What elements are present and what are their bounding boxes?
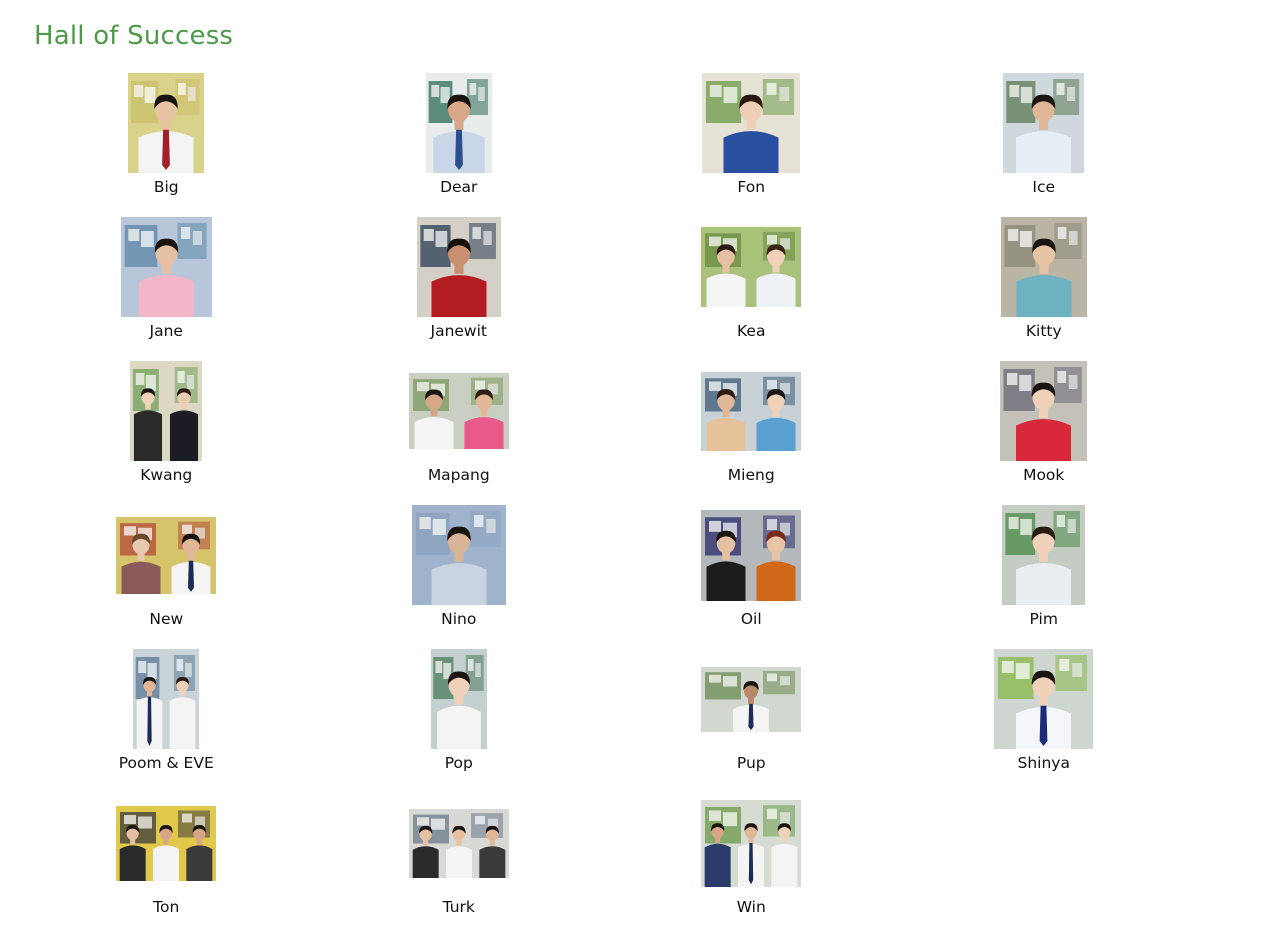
photo-frame bbox=[898, 217, 1191, 317]
student-name: Kitty bbox=[1025, 322, 1062, 340]
student-photo[interactable] bbox=[702, 73, 801, 173]
gallery-item: Nino bbox=[313, 505, 606, 649]
photo-frame bbox=[313, 361, 606, 461]
student-name: Jane bbox=[149, 322, 183, 340]
photo-frame bbox=[898, 73, 1191, 173]
student-photo[interactable] bbox=[411, 505, 506, 605]
gallery-item: Kwang bbox=[20, 361, 313, 505]
student-photo[interactable] bbox=[116, 516, 217, 594]
student-photo[interactable] bbox=[120, 217, 212, 317]
hall-of-success-gallery: Big Dear Fon Ice Jane Janewit Kea Kitty Kwang Map… bbox=[20, 73, 1190, 937]
gallery-item: Janewit bbox=[313, 217, 606, 361]
student-name: Mapang bbox=[427, 466, 490, 484]
photo-frame bbox=[605, 361, 898, 461]
gallery-item: Shinya bbox=[898, 649, 1191, 793]
student-photo[interactable] bbox=[130, 361, 203, 461]
photo-frame bbox=[605, 793, 898, 893]
gallery-item: Mieng bbox=[605, 361, 898, 505]
student-photo[interactable] bbox=[408, 373, 509, 449]
student-name: Oil bbox=[740, 610, 762, 628]
student-photo[interactable] bbox=[701, 799, 802, 887]
photo-frame bbox=[898, 649, 1191, 749]
student-photo[interactable] bbox=[425, 73, 492, 173]
gallery-item: Kitty bbox=[898, 217, 1191, 361]
photo-frame bbox=[20, 73, 313, 173]
student-name: Fon bbox=[737, 178, 766, 196]
photo-frame bbox=[313, 73, 606, 173]
gallery-item: Kea bbox=[605, 217, 898, 361]
student-name: Turk bbox=[442, 898, 475, 916]
gallery-item: Big bbox=[20, 73, 313, 217]
student-photo[interactable] bbox=[1003, 73, 1085, 173]
gallery-item: Ton bbox=[20, 793, 313, 937]
gallery-item: Oil bbox=[605, 505, 898, 649]
photo-frame bbox=[605, 217, 898, 317]
student-photo[interactable] bbox=[430, 649, 487, 749]
student-name: Big bbox=[153, 178, 179, 196]
student-photo[interactable] bbox=[701, 509, 802, 601]
student-photo[interactable] bbox=[416, 217, 501, 317]
student-name: Kea bbox=[737, 322, 766, 340]
student-name: Mook bbox=[1023, 466, 1065, 484]
photo-frame bbox=[605, 505, 898, 605]
student-name: Nino bbox=[441, 610, 477, 628]
gallery-item: Pim bbox=[898, 505, 1191, 649]
student-photo[interactable] bbox=[1000, 217, 1087, 317]
gallery-item: Win bbox=[605, 793, 898, 937]
student-photo[interactable] bbox=[1000, 361, 1088, 461]
gallery-item: Mapang bbox=[313, 361, 606, 505]
student-name: Janewit bbox=[430, 322, 488, 340]
student-photo[interactable] bbox=[116, 805, 217, 881]
student-name: Ton bbox=[153, 898, 180, 916]
photo-frame bbox=[313, 505, 606, 605]
gallery-item: Ice bbox=[898, 73, 1191, 217]
student-photo[interactable] bbox=[1002, 505, 1086, 605]
gallery-item: New bbox=[20, 505, 313, 649]
photo-frame bbox=[20, 793, 313, 893]
student-photo[interactable] bbox=[701, 371, 802, 451]
photo-frame bbox=[313, 649, 606, 749]
photo-frame bbox=[20, 361, 313, 461]
photo-frame bbox=[605, 73, 898, 173]
gallery-item: Fon bbox=[605, 73, 898, 217]
student-photo[interactable] bbox=[133, 649, 200, 749]
photo-frame bbox=[605, 649, 898, 749]
student-name: Pup bbox=[736, 754, 766, 772]
photo-frame bbox=[313, 793, 606, 893]
student-name: Kwang bbox=[140, 466, 193, 484]
student-photo[interactable] bbox=[701, 666, 802, 732]
student-photo[interactable] bbox=[994, 649, 1094, 749]
photo-frame bbox=[20, 217, 313, 317]
gallery-item: Jane bbox=[20, 217, 313, 361]
photo-frame bbox=[313, 217, 606, 317]
student-name: Win bbox=[736, 898, 766, 916]
gallery-item: Poom & EVE bbox=[20, 649, 313, 793]
student-photo[interactable] bbox=[408, 808, 509, 878]
gallery-item: Pop bbox=[313, 649, 606, 793]
gallery-item: Turk bbox=[313, 793, 606, 937]
student-name: Dear bbox=[440, 178, 478, 196]
photo-frame bbox=[20, 649, 313, 749]
student-photo[interactable] bbox=[701, 227, 802, 307]
photo-frame bbox=[20, 505, 313, 605]
photo-frame bbox=[898, 505, 1191, 605]
page-title: Hall of Success bbox=[34, 21, 234, 51]
student-photo[interactable] bbox=[128, 73, 205, 173]
gallery-item: Pup bbox=[605, 649, 898, 793]
student-name: Mieng bbox=[727, 466, 775, 484]
gallery-item: Dear bbox=[313, 73, 606, 217]
student-name: Pop bbox=[444, 754, 473, 772]
photo-frame bbox=[898, 361, 1191, 461]
student-name: Shinya bbox=[1017, 754, 1070, 772]
student-name: New bbox=[149, 610, 184, 628]
student-name: Pim bbox=[1029, 610, 1058, 628]
student-name: Ice bbox=[1032, 178, 1056, 196]
gallery-item: Mook bbox=[898, 361, 1191, 505]
student-name: Poom & EVE bbox=[118, 754, 214, 772]
